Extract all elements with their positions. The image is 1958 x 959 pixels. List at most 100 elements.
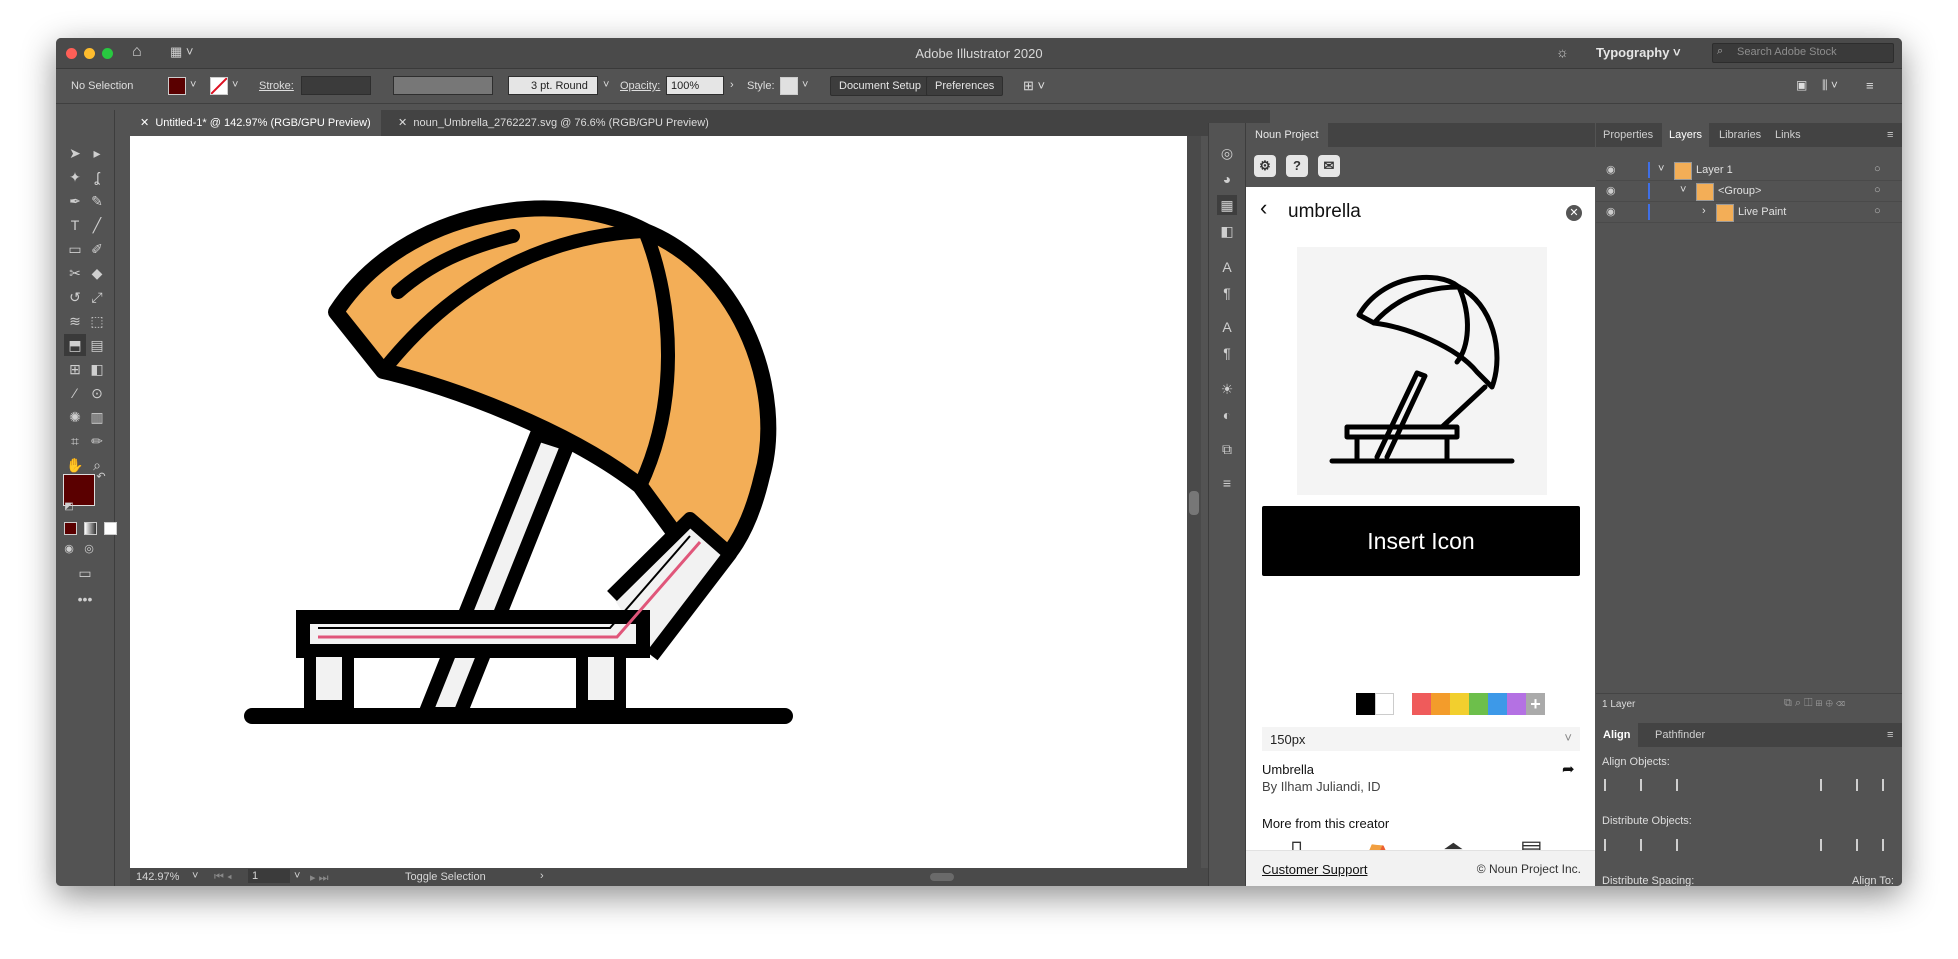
- align-bottom-icon[interactable]: [1880, 777, 1898, 793]
- graph-tool-icon[interactable]: ▥: [86, 406, 108, 428]
- transform-panel-icon[interactable]: ⧉: [1217, 439, 1237, 459]
- document-setup-button[interactable]: Document Setup: [830, 76, 930, 96]
- none-mode-icon[interactable]: [104, 522, 117, 535]
- artboard-tool-icon[interactable]: ⌗: [64, 430, 86, 452]
- selection-tool-icon[interactable]: ➤: [64, 142, 86, 164]
- menu-icon[interactable]: ≡: [1866, 78, 1874, 93]
- chevron-down-icon[interactable]: ˅: [1658, 163, 1664, 175]
- target-circle-icon[interactable]: ○: [1874, 184, 1881, 196]
- appearance-icon[interactable]: ☀: [1217, 379, 1237, 399]
- width-tool-icon[interactable]: ≋: [64, 310, 86, 332]
- graphic-style-swatch[interactable]: [780, 77, 798, 95]
- variable-width-profile[interactable]: [393, 76, 493, 95]
- share-icon[interactable]: ➦: [1562, 760, 1575, 778]
- status-action[interactable]: Toggle Selection: [405, 871, 486, 883]
- type-tool-icon[interactable]: T: [64, 214, 86, 236]
- align-options-icon[interactable]: ▣: [1796, 78, 1807, 92]
- draw-behind-icon[interactable]: ◎: [78, 538, 100, 560]
- hand-tool-icon[interactable]: ✋: [64, 454, 86, 476]
- preferences-button[interactable]: Preferences: [926, 76, 1004, 96]
- transparency-icon[interactable]: ◐: [1217, 405, 1237, 425]
- horizontal-scroll-thumb[interactable]: [930, 873, 954, 881]
- chevron-down-icon[interactable]: ˅: [294, 870, 300, 882]
- symbol-sprayer-icon[interactable]: ✺: [64, 406, 86, 428]
- visibility-eye-icon[interactable]: ◉: [1606, 184, 1616, 197]
- back-arrow-icon[interactable]: ‹: [1260, 195, 1267, 221]
- workspace-menu[interactable]: Typography ˅: [1596, 45, 1681, 60]
- add-color-icon[interactable]: +: [1526, 693, 1545, 715]
- direct-selection-tool-icon[interactable]: ▸: [86, 142, 108, 164]
- brush-definition[interactable]: 3 pt. Round: [508, 76, 598, 95]
- chevron-right-icon[interactable]: ›: [730, 79, 734, 91]
- paragraph-icon[interactable]: ¶: [1217, 283, 1237, 303]
- swap-colors-icon[interactable]: ↶: [90, 466, 112, 488]
- last-artboard-icon[interactable]: ▸ ⏭: [310, 871, 328, 885]
- stroke-panel-icon[interactable]: ≡: [1217, 473, 1237, 493]
- tab-align[interactable]: Align: [1596, 723, 1638, 747]
- align-horizontal-center-icon[interactable]: [1638, 777, 1656, 793]
- free-transform-icon[interactable]: ⬚: [86, 310, 108, 332]
- first-artboard-icon[interactable]: ⏮ ◂: [214, 871, 232, 884]
- search-query[interactable]: umbrella: [1288, 201, 1361, 223]
- swatch-purple[interactable]: [1507, 693, 1526, 715]
- tab-pathfinder[interactable]: Pathfinder: [1648, 723, 1712, 747]
- chevron-right-icon[interactable]: ›: [540, 870, 544, 882]
- magic-wand-icon[interactable]: ✦: [64, 166, 86, 188]
- stock-search-input[interactable]: ⌕ Search Adobe Stock: [1712, 43, 1894, 63]
- distribute-bottom-icon[interactable]: [1674, 837, 1692, 853]
- swatch-yellow[interactable]: [1450, 693, 1469, 715]
- swatch-green[interactable]: [1469, 693, 1488, 715]
- perspective-grid-icon[interactable]: ▤: [86, 334, 108, 356]
- character-styles-icon[interactable]: A: [1217, 317, 1237, 337]
- character-icon[interactable]: A: [1217, 257, 1237, 277]
- chevron-right-icon[interactable]: ›: [1702, 205, 1706, 217]
- opacity-label[interactable]: Opacity:: [620, 80, 660, 92]
- paintbrush-icon[interactable]: ✐: [86, 238, 108, 260]
- opacity-field[interactable]: 100%: [666, 76, 724, 95]
- slice-tool-icon[interactable]: ✏: [86, 430, 108, 452]
- layer-row[interactable]: ◉ ˅ <Group> ○: [1596, 181, 1902, 202]
- align-left-icon[interactable]: [1602, 777, 1620, 793]
- fill-color-swatch[interactable]: [168, 77, 186, 95]
- layer-row[interactable]: ◉ ˅ Layer 1 ○: [1596, 160, 1902, 181]
- align-vertical-center-icon[interactable]: [1854, 777, 1872, 793]
- tab-noun-umbrella[interactable]: ✕ noun_Umbrella_2762227.svg @ 76.6% (RGB…: [388, 110, 719, 136]
- layer-name[interactable]: <Group>: [1718, 185, 1761, 197]
- rotate-tool-icon[interactable]: ↺: [64, 286, 86, 308]
- beach-umbrella-artwork[interactable]: [130, 136, 1187, 868]
- panel-menu-icon[interactable]: ≡: [1880, 723, 1900, 747]
- color-guide-icon[interactable]: ◕: [1217, 169, 1237, 189]
- scroll-thumb[interactable]: [1189, 491, 1199, 515]
- chevron-down-icon[interactable]: ˅: [603, 79, 609, 91]
- panel-menu-icon[interactable]: ≡: [1880, 123, 1900, 147]
- clear-search-icon[interactable]: ✕: [1566, 205, 1582, 221]
- align-top-icon[interactable]: [1818, 777, 1836, 793]
- draw-normal-icon[interactable]: ◉: [58, 538, 80, 560]
- pen-tool-icon[interactable]: ✒: [64, 190, 86, 212]
- target-circle-icon[interactable]: ○: [1874, 163, 1881, 175]
- tab-libraries[interactable]: Libraries: [1712, 123, 1768, 147]
- stroke-none-swatch[interactable]: [210, 77, 228, 95]
- screen-mode-icon[interactable]: ▭: [74, 562, 96, 584]
- distribute-left-icon[interactable]: [1818, 837, 1836, 853]
- target-circle-icon[interactable]: ○: [1874, 205, 1881, 217]
- chevron-down-icon[interactable]: ˅: [1680, 184, 1686, 196]
- gradient-tool-icon[interactable]: ◧: [86, 358, 108, 380]
- visibility-eye-icon[interactable]: ◉: [1606, 163, 1616, 176]
- lasso-icon[interactable]: ʆ: [86, 166, 108, 188]
- artboard-canvas[interactable]: [130, 136, 1187, 868]
- close-icon[interactable]: ✕: [140, 117, 149, 129]
- paragraph-styles-icon[interactable]: ¶: [1217, 343, 1237, 363]
- stroke-weight-field[interactable]: [301, 76, 371, 95]
- artboard-number-field[interactable]: 1: [248, 869, 290, 883]
- line-tool-icon[interactable]: ╱: [86, 214, 108, 236]
- layer-row[interactable]: ◉ › Live Paint ○: [1596, 202, 1902, 223]
- close-icon[interactable]: ✕: [398, 117, 407, 129]
- align-right-icon[interactable]: [1674, 777, 1692, 793]
- curvature-tool-icon[interactable]: ✎: [86, 190, 108, 212]
- layer-name[interactable]: Layer 1: [1696, 164, 1733, 176]
- distribute-right-icon[interactable]: [1880, 837, 1898, 853]
- arrange-icon[interactable]: ⊞ ˅: [1023, 78, 1045, 94]
- gear-icon[interactable]: ⚙: [1254, 155, 1276, 177]
- swatch-black[interactable]: [1356, 693, 1375, 715]
